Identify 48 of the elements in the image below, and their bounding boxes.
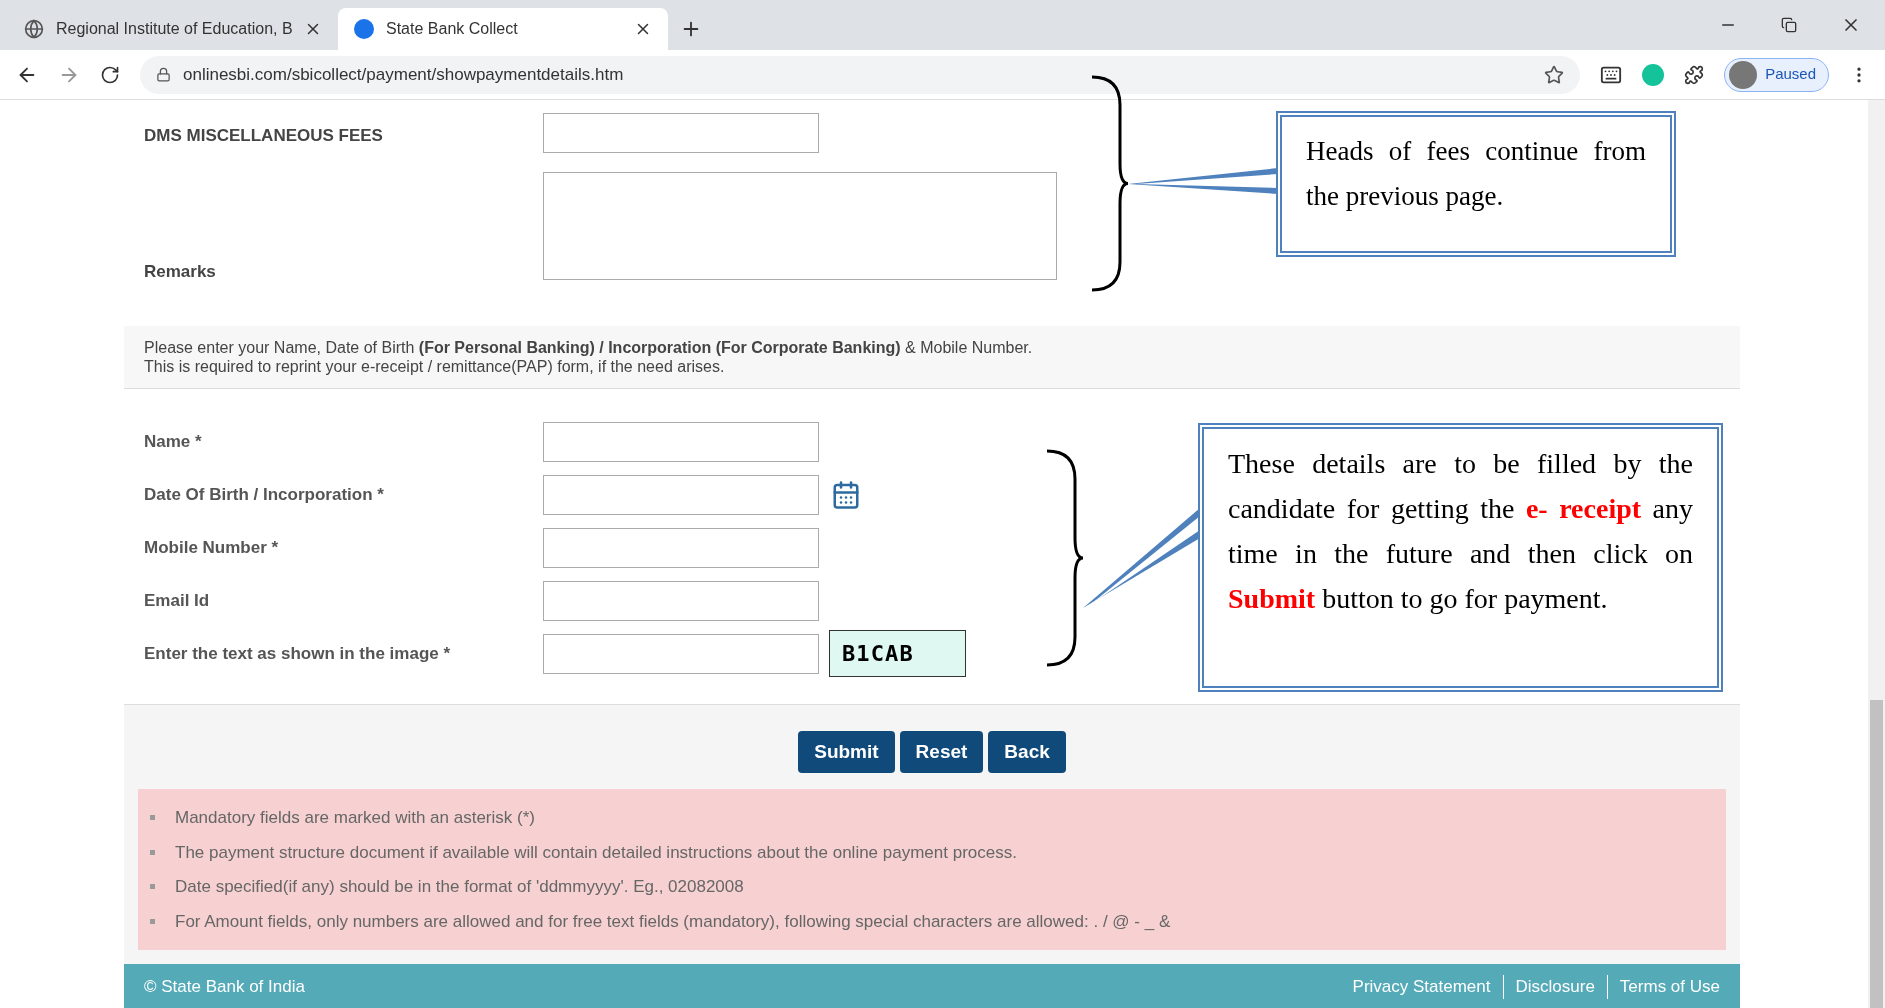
restore-icon[interactable] — [1781, 17, 1797, 33]
extensions-icon[interactable] — [1684, 64, 1705, 85]
bullet-icon — [150, 918, 155, 924]
bullet-icon — [150, 815, 155, 821]
note-text: For Amount fields, only numbers are allowed and for free text fields (mandatory), following special characters are allowed: . / @ - _ & — [175, 910, 1171, 933]
browser-tab[interactable]: Regional Institute of Education, B — [8, 8, 338, 50]
fee-input[interactable] — [543, 113, 819, 153]
bookmark-star-icon[interactable] — [1544, 64, 1565, 85]
fee-label: DMS MISCELLANEOUS FEES — [143, 125, 384, 147]
browser-tab[interactable]: State Bank Collect — [338, 8, 668, 50]
tab-title: State Bank Collect — [386, 19, 519, 39]
avatar-icon — [1729, 60, 1758, 89]
callout-box: Heads of fees continue from the previous page. — [1276, 110, 1676, 257]
info-text: This is required to reprint your e-receipt / remittance(PAP) form, if the need arises. — [144, 357, 726, 376]
site-icon — [354, 19, 374, 39]
input-field[interactable] — [543, 580, 819, 621]
field-label: Mobile Number * — [143, 536, 280, 559]
callout-box: These details are to be filled by the candidate for getting the e- receipt any time in the future and then click on Submit button to go for payment. — [1198, 423, 1723, 692]
input-field[interactable] — [543, 474, 819, 515]
tab-title: Regional Institute of Education, B — [56, 19, 292, 39]
bullet-icon — [150, 884, 155, 890]
remarks-label: Remarks — [143, 260, 217, 283]
address-bar[interactable]: onlinesbi.com/sbicollect/payment/showpaymentdetails.htm — [140, 55, 1581, 94]
note-text: The payment structure document if available will contain detailed instructions about the online payment process. — [175, 841, 1017, 864]
form-button[interactable]: Reset — [899, 731, 984, 773]
input-field[interactable] — [543, 421, 819, 462]
form-button[interactable]: Back — [988, 731, 1066, 773]
copyright-text: © State Bank of India — [144, 976, 306, 999]
input-field[interactable] — [543, 527, 819, 568]
lock-icon — [156, 67, 171, 82]
input-field[interactable] — [543, 633, 819, 674]
scrollbar[interactable] — [1868, 100, 1885, 1008]
profile-button[interactable]: Paused — [1724, 57, 1829, 92]
field-label: Enter the text as shown in the image * — [143, 642, 452, 665]
url-text: onlinesbi.com/sbicollect/payment/showpaymentdetails.htm — [183, 63, 624, 86]
info-text: Please enter your Name, Date of Birth (For Personal Banking) / Incorporation (For Corporate Banking) & Mobile Number. — [144, 338, 1034, 357]
form-button[interactable]: Submit — [798, 731, 895, 773]
scrollbar-thumb[interactable] — [1870, 700, 1883, 1008]
field-label: Date Of Birth / Incorporation * — [143, 483, 385, 506]
captcha-image: B1CAB — [829, 630, 966, 677]
field-label: Name * — [143, 430, 203, 453]
reload-icon[interactable] — [100, 64, 120, 85]
field-label: Email Id — [143, 589, 211, 612]
note-text: Mandatory fields are marked with an asterisk (*) — [175, 807, 535, 829]
calendar-icon[interactable] — [831, 479, 861, 510]
bullet-icon — [150, 849, 155, 855]
note-text: Date specified(if any) should be in the format of 'ddmmyyyy'. Eg., 02082008 — [175, 876, 744, 898]
globe-icon — [24, 19, 44, 39]
